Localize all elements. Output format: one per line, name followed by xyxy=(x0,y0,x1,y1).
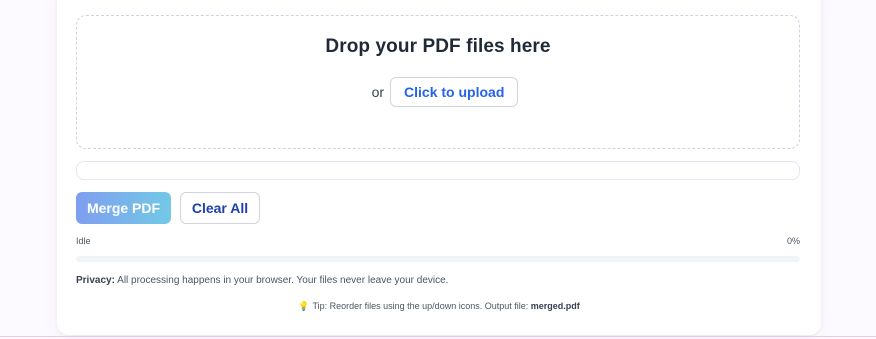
or-text: or xyxy=(371,84,385,100)
tip-note: 💡 Tip: Reorder files using the up/down ic… xyxy=(57,301,821,312)
output-filename: merged.pdf xyxy=(530,301,580,311)
status-text: Idle xyxy=(76,236,91,246)
merge-pdf-button[interactable]: Merge PDF xyxy=(76,192,171,224)
page-bottom-border xyxy=(0,336,876,337)
upload-row: or Click to upload xyxy=(77,77,799,107)
progress-bar xyxy=(76,256,800,262)
privacy-label: Privacy: xyxy=(76,275,115,286)
progress-percent: 0% xyxy=(786,236,800,246)
merge-pdf-card: Drop your PDF files here or Click to upl… xyxy=(57,0,821,335)
file-list xyxy=(76,161,800,180)
clear-all-button[interactable]: Clear All xyxy=(180,192,260,224)
click-to-upload-button[interactable]: Click to upload xyxy=(390,77,519,107)
tip-text: Tip: Reorder files using the up/down ico… xyxy=(312,301,531,311)
dropzone-title: Drop your PDF files here xyxy=(325,36,551,57)
privacy-text: All processing happens in your browser. … xyxy=(114,275,449,286)
lightbulb-icon: 💡 xyxy=(298,301,310,311)
privacy-note: Privacy: All processing happens in your … xyxy=(76,275,448,286)
status-row: Idle 0% xyxy=(76,236,800,246)
action-buttons: Merge PDF Clear All xyxy=(76,192,260,224)
pdf-dropzone[interactable]: Drop your PDF files here or Click to upl… xyxy=(76,15,800,149)
